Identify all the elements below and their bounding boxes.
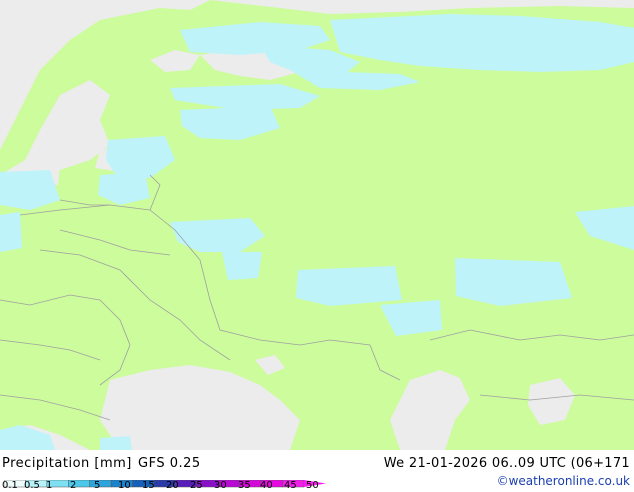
color-scale-tick: 45	[284, 480, 297, 491]
color-scale-tick: 2	[70, 480, 77, 491]
color-scale-swatch	[89, 479, 112, 488]
map-canvas	[0, 0, 634, 450]
map-title: Precipitation [mm]	[2, 456, 132, 471]
color-scale-tick: 15	[142, 480, 155, 491]
credit-link[interactable]: ©weatheronline.co.uk	[497, 474, 630, 488]
color-scale-tick: 5	[94, 480, 101, 491]
model-label: GFS 0.25	[138, 456, 201, 471]
color-scale-tick: 30	[214, 480, 227, 491]
color-scale-tick: 0.1	[2, 480, 18, 491]
map-footer: Precipitation [mm] GFS 0.25 We 21-01-202…	[0, 450, 634, 491]
color-scale-tick: 10	[118, 480, 131, 491]
color-scale-tick: 25	[190, 480, 203, 491]
color-scale-tick: 50	[306, 480, 319, 491]
color-scale-tick: 35	[238, 480, 251, 491]
color-scale-tick: 0.5	[24, 480, 40, 491]
color-scale-tick: 20	[166, 480, 179, 491]
precipitation-map[interactable]	[0, 0, 634, 450]
forecast-datetime: We 21-01-2026 06..09 UTC (06+171	[383, 456, 630, 471]
color-scale-tick: 1	[46, 480, 53, 491]
color-scale-tick: 40	[260, 480, 273, 491]
